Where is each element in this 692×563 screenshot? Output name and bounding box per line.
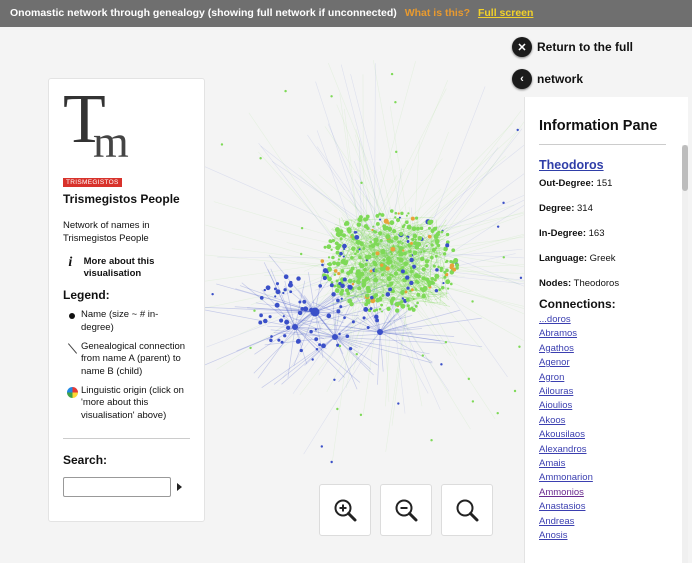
in-degree-row: In-Degree: 163 [539,228,605,239]
search-input[interactable] [63,477,171,498]
back-arrow-icon: ‹ [512,69,532,89]
more-about-label: More about this visualisation [83,255,155,279]
node-dot-icon [69,313,75,320]
connection-link[interactable]: Ammonios [539,486,688,500]
connection-link[interactable]: Agron [539,371,688,385]
info-icon: i [68,254,73,270]
connection-link[interactable]: Ailouras [539,385,688,399]
logo-badge: TRISMEGISTOS [63,178,122,187]
connection-link[interactable]: Aioulios [539,399,688,413]
legend-item-node: Name (size ~ # in-degree) [63,309,190,334]
divider [539,144,666,145]
return-full-network-button[interactable]: ✕ Return to the full [512,37,633,57]
what-is-this-link[interactable]: What is this? [405,7,470,19]
connection-link[interactable]: Alexandros [539,443,688,457]
language-row: Language: Greek [539,253,616,264]
zoom-controls [319,484,493,536]
connections-heading: Connections: [539,297,616,311]
network-graph[interactable] [205,27,525,487]
connection-link[interactable]: Anosis [539,529,688,543]
trismegistos-logo: Tm [63,81,129,167]
nodes-row: Nodes: Theodoros [539,278,620,289]
connection-link[interactable]: Agathos [539,342,688,356]
connections-list: ...doros Abramos Agathos Agenor Agron Ailoura… [539,313,688,544]
divider [63,438,190,440]
panel-description: Network of names in Trismegistos People [63,220,150,244]
connection-link[interactable]: ...doros [539,313,688,327]
legend-item-colour[interactable]: Linguistic origin (click on 'more about … [63,385,190,422]
search-heading: Search: [63,453,108,468]
back-network-button[interactable]: ‹ network [512,69,583,89]
connection-link[interactable]: Amais [539,457,688,471]
legend-heading: Legend: [63,288,110,303]
left-panel: Tm TRISMEGISTOS Trismegistos People Netw… [48,78,205,522]
colour-wheel-icon [66,387,78,399]
out-degree-row: Out-Degree: 151 [539,178,613,189]
search-icon [456,499,479,522]
search-submit-icon[interactable] [177,483,182,492]
more-about-link[interactable]: i More about this visualisation [63,254,190,281]
connection-link[interactable]: Andreas [539,515,688,529]
reset-view-button[interactable] [441,484,493,536]
connection-link[interactable]: Abramos [539,327,688,341]
connection-link[interactable]: Agenor [539,356,688,370]
connection-link[interactable]: Akoos [539,414,688,428]
selected-name-link[interactable]: Theodoros [539,158,688,172]
information-pane: Information Pane Theodoros Out-Degree: 1… [524,97,688,563]
close-icon: ✕ [512,37,532,57]
legend-item-edge: Genealogical connection from name A (par… [63,341,190,378]
zoom-in-icon [334,499,357,522]
zoom-in-button[interactable] [319,484,371,536]
scrollbar-thumb[interactable] [682,145,688,191]
connection-link[interactable]: Ammonarion [539,471,688,485]
panel-title: Trismegistos People [63,192,180,206]
scrollbar-track[interactable] [682,145,688,563]
degree-row: Degree: 314 [539,203,593,214]
top-bar: Onomastic network through genealogy (sho… [0,0,692,27]
zoom-out-button[interactable] [380,484,432,536]
visualisation-title: Onomastic network through genealogy (sho… [10,7,397,19]
information-pane-title: Information Pane [539,118,658,134]
connection-link[interactable]: Anastasios [539,500,688,514]
edge-line-icon [67,343,77,353]
connection-link[interactable]: Akousilaos [539,428,688,442]
full-screen-link[interactable]: Full screen [478,7,533,19]
zoom-out-icon [395,499,418,522]
